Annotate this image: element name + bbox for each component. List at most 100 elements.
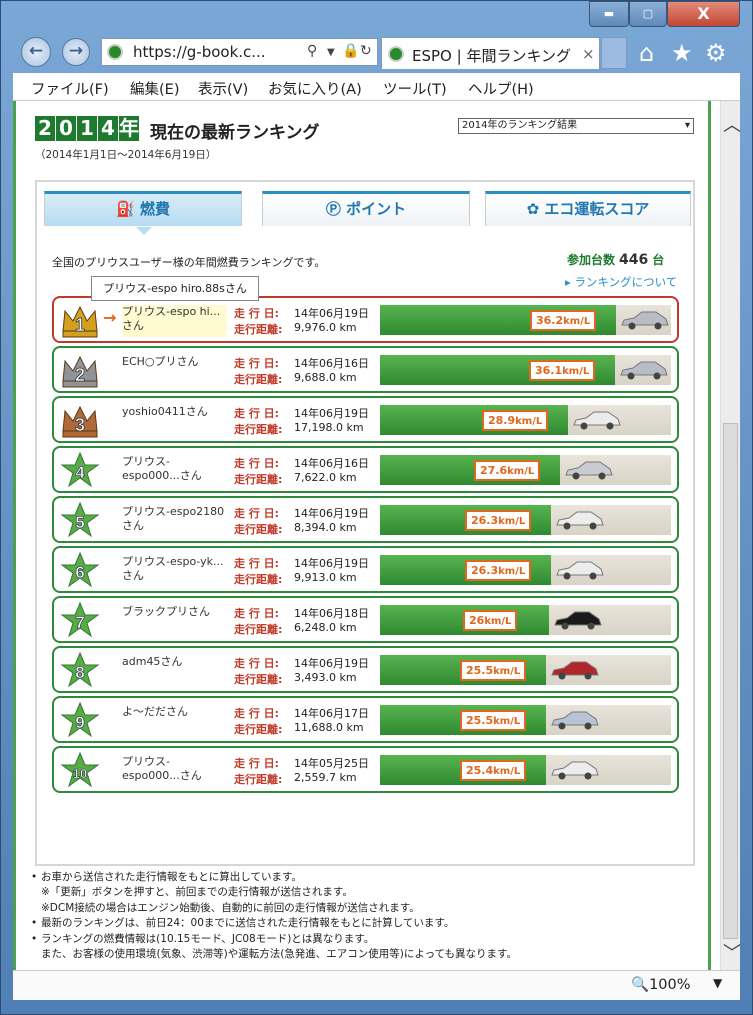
notes-list: お車から送信された走行情報をもとに算出しています。 ※「更新」ボタンを押すと、前…: [31, 870, 517, 962]
fuel-bar-track: 26.3km/L: [380, 555, 671, 585]
vertical-scrollbar[interactable]: ︿ ﹀: [720, 101, 741, 970]
menu-help[interactable]: ヘルプ(H): [468, 78, 534, 99]
user-name[interactable]: ブラックプリさん: [122, 605, 227, 637]
ranking-row[interactable]: 9 よ〜だださん走 行 日: 走行距離: 14年06月17日 11,688.0 km 25…: [52, 696, 679, 743]
svg-text:3: 3: [75, 415, 85, 435]
ranking-row[interactable]: 3 yoshio0411さん走 行 日: 走行距離: 14年06月19日 17,198.…: [52, 396, 679, 443]
menu-favorites[interactable]: お気に入り(A): [268, 78, 362, 99]
ranking-row[interactable]: 6 プリウス-espo-yk...さん走 行 日: 走行距離: 14年06月19日 9,…: [52, 546, 679, 593]
tab-fuel[interactable]: ⛽ 燃費: [44, 191, 242, 235]
search-icon[interactable]: ⚲: [307, 43, 317, 59]
menu-edit[interactable]: 編集(E): [130, 78, 179, 99]
svg-text:1: 1: [75, 315, 85, 335]
ranking-row[interactable]: 1 → プリウス-espo hi...さん走 行 日: 走行距離: 14年06月19日 9…: [52, 296, 679, 343]
name-tooltip: プリウス-espo hiro.88sさん: [91, 276, 259, 309]
fuel-bar-track: 25.5km/L: [380, 705, 671, 735]
user-name[interactable]: プリウス-espo000...さん: [122, 755, 227, 787]
ranking-row[interactable]: 8 adm45さん走 行 日: 走行距離: 14年06月19日 3,493.0 km 25…: [52, 646, 679, 693]
maximize-icon[interactable]: ▢: [629, 1, 667, 27]
svg-text:9: 9: [75, 713, 84, 732]
drive-date: 14年06月19日: [294, 557, 369, 570]
user-name[interactable]: プリウス-espo-yk...さん: [122, 555, 227, 587]
forward-button[interactable]: →: [62, 38, 90, 66]
drive-date: 14年06月19日: [294, 407, 369, 420]
menu-tools[interactable]: ツール(T): [383, 78, 447, 99]
drive-distance: 9,913.0 km: [294, 571, 357, 584]
year-select[interactable]: 2014年のランキング結果 ▾: [458, 118, 694, 134]
year-digit: 0: [56, 116, 76, 141]
fuel-pump-icon: ⛽: [116, 200, 140, 218]
user-name[interactable]: ECH○プリさん: [122, 355, 227, 387]
scroll-up-icon[interactable]: ︿: [723, 111, 741, 137]
zoom-value: 100%: [649, 977, 691, 993]
user-name[interactable]: プリウス-espo2180さん: [122, 505, 227, 537]
refresh-icon[interactable]: ↻: [360, 43, 372, 59]
fuel-value: 25.5: [466, 664, 494, 677]
ranking-row[interactable]: 10 プリウス-espo000...さん走 行 日: 走行距離: 14年05月25日 2…: [52, 746, 679, 793]
fuel-value-label: 25.5km/L: [460, 660, 527, 681]
fuel-unit: km/L: [515, 416, 543, 427]
participant-count: 参加台数 446 台: [567, 251, 664, 268]
tab-favicon-icon: [388, 46, 404, 62]
about-ranking-link[interactable]: ▸ ランキングについて: [565, 274, 677, 290]
tab-close-icon[interactable]: ×: [582, 45, 595, 63]
new-tab-button[interactable]: [601, 37, 627, 69]
fuel-bar-track: 26km/L: [380, 605, 671, 635]
year-digit: 1: [77, 116, 97, 141]
site-favicon-icon: [107, 44, 123, 60]
fuel-value-label: 27.6km/L: [474, 460, 541, 481]
ranking-row[interactable]: 4 プリウス-espo000...さん走 行 日: 走行距離: 14年06月16日 7,…: [52, 446, 679, 493]
back-button[interactable]: ←: [21, 37, 51, 67]
tab-points[interactable]: Ⓟ ポイント: [262, 191, 470, 226]
user-name[interactable]: adm45さん: [122, 655, 227, 687]
svg-text:8: 8: [75, 663, 84, 682]
ranking-row[interactable]: 2 ECH○プリさん走 行 日: 走行距離: 14年06月16日 9,688.0 km 3…: [52, 346, 679, 393]
menu-view[interactable]: 表示(V): [198, 78, 248, 99]
distance-label: 走行距離:: [234, 523, 283, 536]
favorites-star-icon[interactable]: ★: [671, 39, 693, 67]
svg-text:6: 6: [75, 563, 84, 582]
scrollbar-thumb[interactable]: [723, 423, 738, 939]
browser-window: ▬ ▢ X ← → https://g-book.c... ⚲ ▼ 🔒 ↻ ES…: [0, 0, 753, 1015]
address-bar[interactable]: https://g-book.c... ⚲ ▼ 🔒 ↻: [101, 38, 378, 66]
date-label: 走 行 日:: [234, 657, 280, 670]
dropdown-arrow-icon[interactable]: ▼: [327, 47, 335, 58]
drive-date: 14年06月19日: [294, 307, 369, 320]
browser-tab[interactable]: ESPO | 年間ランキング ×: [381, 37, 600, 69]
tab-eco-score[interactable]: ✿ エコ運転スコア: [485, 191, 691, 226]
svg-text:10: 10: [73, 766, 87, 781]
fuel-unit: km/L: [507, 466, 535, 477]
fuel-value-label: 25.5km/L: [460, 710, 527, 731]
zoom-dropdown-icon[interactable]: ▼: [713, 976, 722, 990]
car-icon: [555, 559, 605, 581]
leaf-icon: ✿: [526, 200, 545, 218]
distance-label: 走行距離:: [234, 373, 283, 386]
fuel-unit: km/L: [484, 616, 512, 627]
close-window-button[interactable]: X: [667, 1, 740, 27]
svg-text:7: 7: [75, 613, 84, 632]
menu-file[interactable]: ファイル(F): [31, 78, 109, 99]
arrow-right-icon: →: [103, 308, 117, 327]
fuel-unit: km/L: [493, 766, 521, 777]
scroll-down-icon[interactable]: ﹀: [723, 939, 741, 965]
drive-distance: 11,688.0 km: [294, 721, 364, 734]
note-item: 最新のランキングは、前日24：00までに送信された走行情報をもとに計算しています…: [31, 916, 517, 932]
chevron-down-icon: ▾: [684, 120, 690, 131]
drive-date: 14年06月18日: [294, 607, 369, 620]
home-icon[interactable]: ⌂: [639, 39, 654, 67]
fuel-value: 26.3: [471, 514, 499, 527]
drive-distance: 17,198.0 km: [294, 421, 364, 434]
user-name[interactable]: プリウス-espo hi...さん: [122, 305, 227, 337]
lock-icon[interactable]: 🔒: [342, 43, 359, 59]
settings-gear-icon[interactable]: ⚙: [705, 39, 727, 67]
user-name[interactable]: よ〜だださん: [122, 705, 227, 737]
user-name[interactable]: yoshio0411さん: [122, 405, 227, 437]
ranking-row[interactable]: 7 ブラックプリさん走 行 日: 走行距離: 14年06月18日 6,248.0 km 2…: [52, 596, 679, 643]
fuel-unit: km/L: [493, 666, 521, 677]
ranking-row[interactable]: 5 プリウス-espo2180さん走 行 日: 走行距離: 14年06月19日 8,39…: [52, 496, 679, 543]
fuel-bar-track: 26.3km/L: [380, 505, 671, 535]
zoom-level[interactable]: 🔍100%: [631, 976, 691, 993]
minimize-icon[interactable]: ▬: [589, 1, 629, 27]
address-url[interactable]: https://g-book.c...: [133, 43, 266, 61]
user-name[interactable]: プリウス-espo000...さん: [122, 455, 227, 487]
